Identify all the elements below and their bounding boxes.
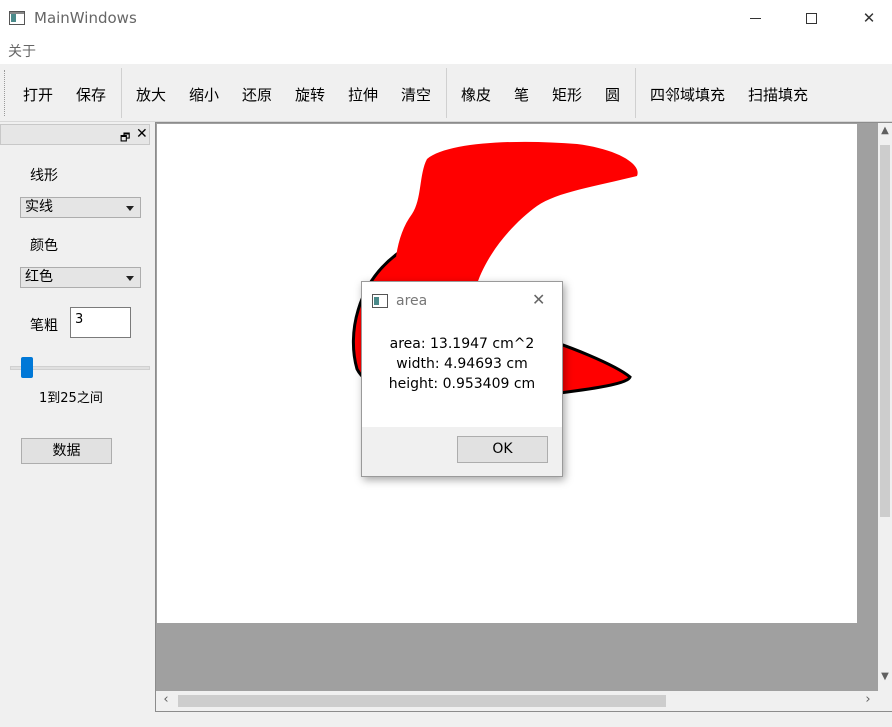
rotate-button[interactable]: 旋转 bbox=[295, 84, 325, 105]
restore-button[interactable]: 还原 bbox=[242, 84, 272, 105]
vertical-scrollbar[interactable]: ▲ ▼ bbox=[878, 123, 892, 691]
title-bar: MainWindows ✕ bbox=[0, 0, 892, 36]
dialog-app-icon bbox=[372, 294, 388, 308]
line-style-label: 线形 bbox=[30, 168, 58, 184]
horizontal-scrollbar[interactable]: ‹ › bbox=[156, 691, 878, 711]
scroll-up-icon[interactable]: ▲ bbox=[878, 125, 892, 141]
app-icon bbox=[9, 11, 25, 25]
rectangle-button[interactable]: 矩形 bbox=[552, 84, 582, 105]
tool-dock: 🗗 ✕ 线形 实线 颜色 红色 笔粗 3 1到25之间 数据 bbox=[0, 122, 155, 727]
minimize-button[interactable] bbox=[732, 0, 778, 36]
line-style-select[interactable]: 实线 bbox=[20, 197, 141, 218]
ok-button[interactable]: OK bbox=[457, 436, 548, 463]
dock-title-bar[interactable]: 🗗 ✕ bbox=[0, 124, 150, 145]
vertical-scroll-thumb[interactable] bbox=[880, 145, 890, 517]
toolbar-separator bbox=[635, 68, 636, 118]
toolbar: 打开 保存 放大 缩小 还原 旋转 拉伸 清空 橡皮 笔 矩形 圆 四邻域填充 … bbox=[0, 64, 892, 122]
pen-width-slider-handle[interactable] bbox=[21, 357, 33, 378]
color-select[interactable]: 红色 bbox=[20, 267, 141, 288]
save-button[interactable]: 保存 bbox=[76, 84, 106, 105]
pen-width-label: 笔粗 bbox=[30, 318, 58, 334]
width-value: width: 4.94693 cm bbox=[396, 356, 528, 372]
close-icon: ✕ bbox=[862, 9, 876, 27]
menu-bar: 关于 bbox=[0, 36, 892, 64]
zoom-out-button[interactable]: 缩小 bbox=[189, 84, 219, 105]
dock-float-icon[interactable]: 🗗 bbox=[120, 129, 130, 148]
maximize-button[interactable] bbox=[788, 0, 834, 36]
scroll-left-icon[interactable]: ‹ bbox=[158, 692, 174, 710]
window-title: MainWindows bbox=[34, 9, 137, 27]
toolbar-grip[interactable] bbox=[4, 70, 6, 116]
dialog-message: area: 13.1947 cm^2 width: 4.94693 cm hei… bbox=[362, 334, 562, 394]
dock-close-icon[interactable]: ✕ bbox=[136, 126, 148, 142]
line-style-value: 实线 bbox=[25, 199, 53, 215]
chevron-down-icon bbox=[126, 206, 134, 211]
toolbar-separator bbox=[446, 68, 447, 118]
minimize-icon bbox=[749, 17, 761, 19]
area-dialog: area ✕ area: 13.1947 cm^2 width: 4.94693… bbox=[361, 281, 563, 477]
scroll-corner bbox=[878, 691, 892, 711]
slider-range-label: 1到25之间 bbox=[39, 391, 103, 406]
menu-about[interactable]: 关于 bbox=[8, 41, 36, 61]
pen-width-input[interactable]: 3 bbox=[70, 307, 131, 338]
horizontal-scroll-thumb[interactable] bbox=[178, 695, 666, 707]
height-value: height: 0.953409 cm bbox=[388, 376, 536, 392]
color-label: 颜色 bbox=[30, 238, 58, 254]
color-value: 红色 bbox=[25, 269, 53, 285]
four-neighbor-fill-button[interactable]: 四邻域填充 bbox=[650, 84, 725, 105]
dialog-title: area bbox=[396, 293, 428, 309]
clear-button[interactable]: 清空 bbox=[401, 84, 431, 105]
scroll-down-icon[interactable]: ▼ bbox=[878, 671, 892, 687]
data-button[interactable]: 数据 bbox=[21, 438, 112, 464]
area-value: area: 13.1947 cm^2 bbox=[389, 336, 535, 352]
open-button[interactable]: 打开 bbox=[23, 84, 53, 105]
toolbar-separator bbox=[121, 68, 122, 118]
circle-button[interactable]: 圆 bbox=[605, 84, 620, 105]
scroll-right-icon[interactable]: › bbox=[860, 692, 876, 710]
scanline-fill-button[interactable]: 扫描填充 bbox=[748, 84, 808, 105]
pen-button[interactable]: 笔 bbox=[514, 84, 529, 105]
maximize-icon bbox=[805, 12, 817, 24]
close-button[interactable]: ✕ bbox=[846, 0, 892, 36]
stretch-button[interactable]: 拉伸 bbox=[348, 84, 378, 105]
eraser-button[interactable]: 橡皮 bbox=[461, 84, 491, 105]
chevron-down-icon bbox=[126, 276, 134, 281]
dialog-close-icon[interactable]: ✕ bbox=[532, 290, 545, 309]
dialog-footer: OK bbox=[362, 427, 562, 476]
zoom-in-button[interactable]: 放大 bbox=[136, 84, 166, 105]
